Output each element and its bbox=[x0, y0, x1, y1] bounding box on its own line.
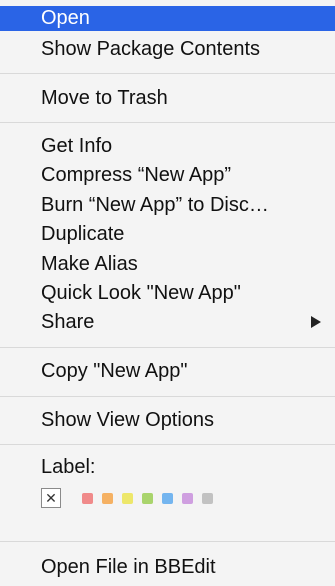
menu-separator bbox=[0, 444, 335, 445]
menu-item-show-package-contents[interactable]: Show Package Contents bbox=[0, 37, 335, 62]
menu-item-label: Quick Look "New App" bbox=[41, 282, 241, 304]
menu-item-label: Copy "New App" bbox=[41, 360, 188, 382]
menu-item-compress[interactable]: Compress “New App” bbox=[0, 163, 335, 188]
menu-item-quick-look[interactable]: Quick Look "New App" bbox=[0, 281, 335, 306]
menu-separator bbox=[0, 396, 335, 397]
menu-item-copy[interactable]: Copy "New App" bbox=[0, 359, 335, 384]
menu-item-duplicate[interactable]: Duplicate bbox=[0, 222, 335, 247]
menu-separator bbox=[0, 541, 335, 542]
menu-item-label: Burn “New App” to Disc… bbox=[41, 194, 269, 216]
label-blue-swatch[interactable] bbox=[162, 493, 173, 504]
label-section-title: Label: bbox=[41, 456, 96, 478]
menu-item-label: Show View Options bbox=[41, 409, 215, 431]
menu-item-move-to-trash[interactable]: Move to Trash bbox=[0, 86, 335, 111]
menu-item-label: Open bbox=[41, 7, 90, 29]
menu-item-label: Get Info bbox=[41, 135, 113, 157]
menu-item-label: Make Alias bbox=[41, 253, 138, 275]
label-yellow-swatch[interactable] bbox=[122, 493, 133, 504]
chevron-right-icon bbox=[311, 316, 321, 328]
label-purple-swatch[interactable] bbox=[182, 493, 193, 504]
menu-separator bbox=[0, 347, 335, 348]
menu-item-label: Compress “New App” bbox=[41, 164, 232, 186]
menu-item-open-in-bbedit[interactable]: Open File in BBEdit bbox=[0, 555, 335, 580]
menu-item-label: Open File in BBEdit bbox=[41, 556, 216, 578]
menu-item-make-alias[interactable]: Make Alias bbox=[0, 252, 335, 277]
menu-item-label: Share bbox=[41, 311, 95, 333]
menu-item-show-view-options[interactable]: Show View Options bbox=[0, 408, 335, 433]
menu-separator bbox=[0, 122, 335, 123]
menu-separator bbox=[0, 73, 335, 74]
label-orange-swatch[interactable] bbox=[102, 493, 113, 504]
menu-item-label: Duplicate bbox=[41, 223, 125, 245]
context-menu: Open Show Package Contents Move to Trash… bbox=[0, 0, 335, 586]
label-red-swatch[interactable] bbox=[82, 493, 93, 504]
menu-item-get-info[interactable]: Get Info bbox=[0, 134, 335, 159]
menu-item-label: Show Package Contents bbox=[41, 38, 261, 60]
label-green-swatch[interactable] bbox=[142, 493, 153, 504]
label-none-button[interactable]: ✕ bbox=[41, 488, 61, 508]
label-gray-swatch[interactable] bbox=[202, 493, 213, 504]
menu-item-burn-to-disc[interactable]: Burn “New App” to Disc… bbox=[0, 193, 335, 218]
menu-item-open[interactable]: Open bbox=[0, 6, 335, 31]
menu-item-label: Move to Trash bbox=[41, 87, 168, 109]
menu-item-share[interactable]: Share bbox=[0, 310, 335, 335]
